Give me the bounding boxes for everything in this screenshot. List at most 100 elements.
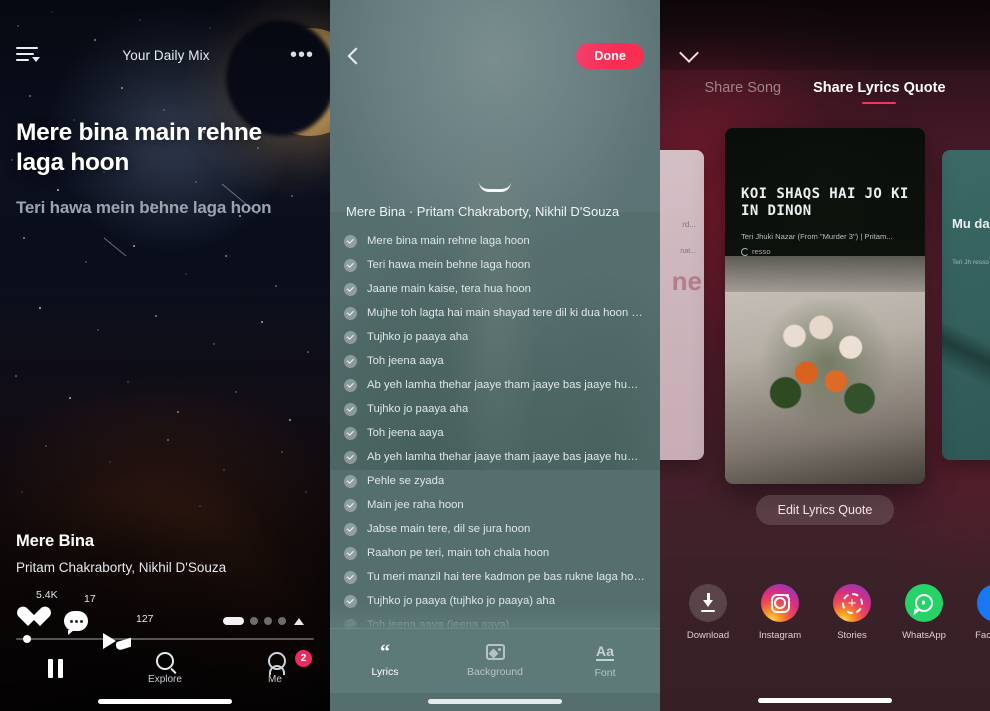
queue-list-icon[interactable] bbox=[16, 45, 42, 65]
tab-me-label: Me bbox=[268, 673, 282, 685]
check-icon[interactable] bbox=[344, 498, 357, 512]
check-icon[interactable] bbox=[344, 474, 357, 488]
list-item[interactable]: Tujhko jo paaya aha bbox=[344, 325, 646, 349]
sheet-song-header: Mere Bina · Pritam Chakraborty, Nikhil D… bbox=[346, 204, 620, 219]
list-item[interactable]: Mere bina main rehne laga hoon bbox=[344, 229, 646, 253]
lyrics-list[interactable]: Mere bina main rehne laga hoon Teri hawa… bbox=[330, 229, 660, 637]
list-item[interactable]: Ab yeh lamha thehar jaaye tham jaaye bas… bbox=[344, 373, 646, 397]
list-item[interactable]: Main jee raha hoon bbox=[344, 493, 646, 517]
progress-knob[interactable] bbox=[23, 635, 31, 643]
instagram-stories-icon: + bbox=[833, 584, 871, 622]
check-icon[interactable] bbox=[344, 330, 357, 344]
tab-share-lyrics-quote[interactable]: Share Lyrics Quote bbox=[813, 80, 945, 104]
lyric-line-text: Pehle se zyada bbox=[367, 475, 445, 487]
lyric-line-text: Toh jeena aaya bbox=[367, 355, 444, 367]
tool-background[interactable]: Background bbox=[440, 644, 550, 678]
page-title: Your Daily Mix bbox=[122, 47, 210, 63]
check-icon[interactable] bbox=[344, 234, 357, 248]
lyric-line-text: Mujhe toh lagta hai main shayad tere dil… bbox=[367, 307, 646, 319]
comment-button[interactable]: 17 bbox=[64, 593, 96, 635]
share-target-download[interactable]: Download bbox=[672, 584, 744, 641]
like-button[interactable]: 5.4K bbox=[16, 589, 58, 631]
track-title: Mere Bina bbox=[16, 532, 94, 550]
list-item[interactable]: Ab yeh lamha thehar jaaye tham jaaye bas… bbox=[344, 445, 646, 469]
share-target-stories-label: Stories bbox=[837, 630, 867, 641]
check-icon[interactable] bbox=[344, 450, 357, 464]
preview-card-previous[interactable]: rd... nat... ne bbox=[660, 150, 704, 460]
share-targets: Download Instagram + Stories WhatsApp f … bbox=[660, 584, 990, 641]
tool-lyrics-label: Lyrics bbox=[371, 666, 399, 678]
list-item[interactable]: Tujhko jo paaya aha bbox=[344, 397, 646, 421]
share-top-scrim bbox=[660, 0, 990, 70]
check-icon[interactable] bbox=[344, 546, 357, 560]
check-icon[interactable] bbox=[344, 426, 357, 440]
now-playing-topbar: Your Daily Mix ••• bbox=[0, 38, 330, 72]
share-target-whatsapp[interactable]: WhatsApp bbox=[888, 584, 960, 641]
share-target-download-label: Download bbox=[686, 630, 730, 641]
share-target-stories[interactable]: + Stories bbox=[816, 584, 888, 641]
check-icon[interactable] bbox=[344, 258, 357, 272]
more-options-icon[interactable]: ••• bbox=[290, 45, 314, 65]
share-target-facebook[interactable]: f Facebook bbox=[960, 584, 990, 641]
tab-explore[interactable]: Explore bbox=[110, 651, 220, 685]
download-icon bbox=[689, 584, 727, 622]
lyric-line-text: Ab yeh lamha thehar jaaye tham jaaye bas… bbox=[367, 379, 646, 391]
tool-font[interactable]: Aa Font bbox=[550, 644, 660, 679]
lyric-line-text: Jabse main tere, dil se jura hoon bbox=[367, 523, 531, 535]
check-icon[interactable] bbox=[344, 402, 357, 416]
back-icon[interactable] bbox=[347, 47, 365, 65]
progress-slider[interactable] bbox=[16, 635, 314, 643]
check-icon[interactable] bbox=[344, 522, 357, 536]
track-artists: Pritam Chakraborty, Nikhil D'Souza bbox=[16, 560, 227, 575]
person-icon bbox=[267, 651, 286, 675]
tab-share-song[interactable]: Share Song bbox=[704, 80, 781, 104]
edit-lyrics-quote-button[interactable]: Edit Lyrics Quote bbox=[755, 495, 895, 525]
screenshot-root: Your Daily Mix ••• Mere bina main rehne … bbox=[0, 0, 990, 711]
home-indicator bbox=[758, 698, 892, 703]
list-item[interactable]: Mujhe toh lagta hai main shayad tere dil… bbox=[344, 301, 646, 325]
notification-badge: 2 bbox=[295, 649, 312, 667]
list-item[interactable]: Toh jeena aaya bbox=[344, 421, 646, 445]
done-button[interactable]: Done bbox=[576, 43, 644, 69]
comment-count: 17 bbox=[84, 593, 96, 605]
pause-icon bbox=[47, 658, 63, 678]
share-target-facebook-label: Facebook bbox=[975, 630, 990, 641]
tool-lyrics[interactable]: “ Lyrics bbox=[330, 641, 440, 678]
tab-pause[interactable] bbox=[0, 658, 110, 678]
lyrics-picker-screen: Done Mere Bina · Pritam Chakraborty, Nik… bbox=[330, 0, 660, 711]
list-item[interactable]: Raahon pe teri, main toh chala hoon bbox=[344, 541, 646, 565]
list-item[interactable]: Teri hawa mein behne laga hoon bbox=[344, 253, 646, 277]
preview-card-next[interactable]: Mu das Teri Jh resso bbox=[942, 150, 990, 460]
check-icon[interactable] bbox=[344, 354, 357, 368]
lyric-line-text: Tujhko jo paaya aha bbox=[367, 403, 469, 415]
share-target-instagram[interactable]: Instagram bbox=[744, 584, 816, 641]
card-brand-label: resso bbox=[752, 247, 771, 257]
editor-toolbar: “ Lyrics Background Aa Font bbox=[330, 629, 660, 693]
check-icon[interactable] bbox=[344, 378, 357, 392]
list-item[interactable]: Tu meri manzil hai tere kadmon pe bas ru… bbox=[344, 565, 646, 589]
lyric-line-text: Mere bina main rehne laga hoon bbox=[367, 235, 530, 247]
tab-me[interactable]: Me 2 bbox=[220, 649, 330, 685]
lyrics-quote-card[interactable]: KOI SHAQS HAI JO KI IN DINON Teri Jhuki … bbox=[725, 128, 925, 484]
check-icon[interactable] bbox=[344, 306, 357, 320]
quote-icon: “ bbox=[380, 641, 390, 663]
bouquet-decoration bbox=[753, 298, 901, 442]
share-tabs: Share Song Share Lyrics Quote bbox=[660, 80, 990, 104]
lyrics-picker-topbar: Done bbox=[330, 40, 660, 72]
share-card-carousel[interactable]: rd... nat... ne Mu das Teri Jh resso KOI… bbox=[660, 128, 990, 484]
list-item[interactable]: Jabse main tere, dil se jura hoon bbox=[344, 517, 646, 541]
preview-card-next-decoration bbox=[942, 297, 990, 440]
check-icon[interactable] bbox=[344, 282, 357, 296]
list-item[interactable]: Toh jeena aaya bbox=[344, 349, 646, 373]
chevron-up-icon[interactable] bbox=[294, 617, 304, 625]
check-icon[interactable] bbox=[344, 570, 357, 584]
next-lyric-line: Teri hawa mein behne laga hoon bbox=[16, 197, 272, 217]
list-item[interactable]: Jaane main kaise, tera hua hoon bbox=[344, 277, 646, 301]
whatsapp-icon bbox=[905, 584, 943, 622]
card-text-block: KOI SHAQS HAI JO KI IN DINON Teri Jhuki … bbox=[741, 186, 911, 256]
drag-handle[interactable] bbox=[479, 182, 511, 192]
list-item[interactable]: Pehle se zyada bbox=[344, 469, 646, 493]
page-indicator-dot bbox=[250, 617, 258, 625]
page-indicator[interactable] bbox=[223, 617, 304, 625]
preview-card-previous-big: ne bbox=[671, 266, 702, 296]
